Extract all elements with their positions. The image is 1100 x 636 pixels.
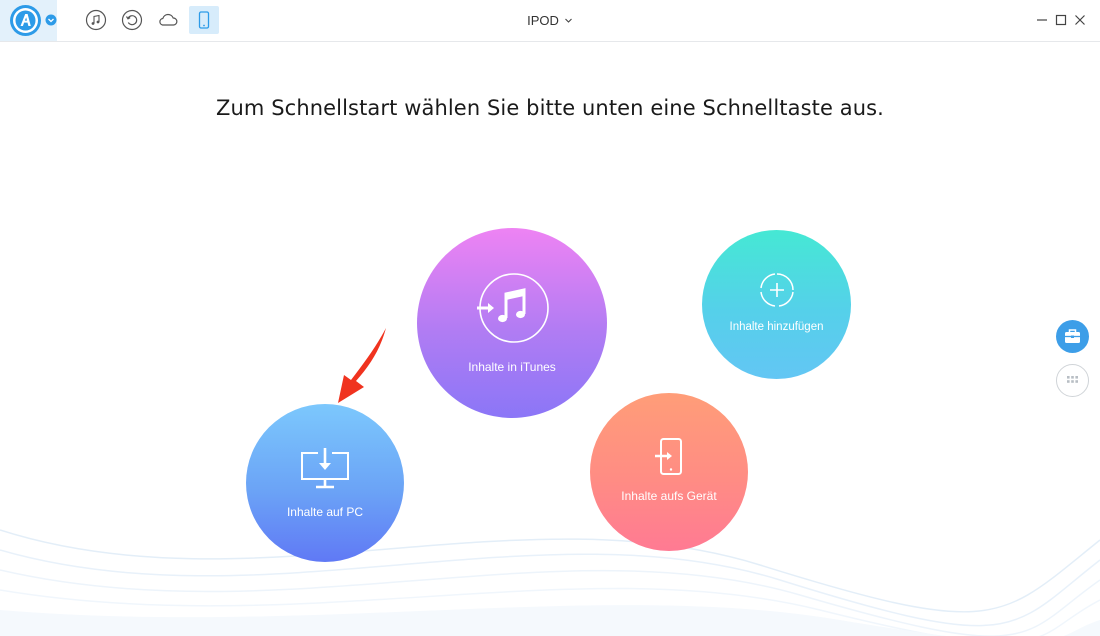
- device-selector[interactable]: IPOD: [527, 13, 573, 28]
- app-logo[interactable]: [10, 5, 41, 36]
- annotation-arrow-icon: [338, 328, 386, 403]
- to-itunes-icon: [477, 273, 549, 343]
- minimize-icon[interactable]: [1033, 11, 1051, 29]
- chevron-down-icon[interactable]: [45, 14, 57, 26]
- app-logo-menu[interactable]: [0, 0, 57, 41]
- device-icon: [198, 11, 210, 29]
- title-bar: IPOD: [0, 0, 1100, 42]
- device-tab[interactable]: [189, 6, 219, 34]
- app-logo-icon: [13, 8, 38, 33]
- background-waves: [0, 529, 1100, 636]
- quick-button-label: Inhalte hinzufügen: [729, 321, 824, 333]
- grid-icon: [1067, 376, 1078, 383]
- quick-button-device[interactable]: Inhalte aufs Gerät: [590, 393, 748, 551]
- quick-button-label: Inhalte auf PC: [286, 505, 364, 519]
- quick-button-label: Inhalte in iTunes: [468, 360, 556, 374]
- quick-button-itunes[interactable]: Inhalte in iTunes: [417, 228, 607, 418]
- quick-button-label: Inhalte aufs Gerät: [621, 489, 717, 503]
- device-name: IPOD: [527, 13, 559, 28]
- restore-icon[interactable]: [120, 8, 144, 32]
- close-icon[interactable]: [1071, 11, 1089, 29]
- page-heading: Zum Schnellstart wählen Sie bitte unten …: [216, 96, 884, 120]
- cloud-icon[interactable]: [156, 8, 180, 32]
- chevron-down-icon: [565, 18, 572, 23]
- toolbox-icon: [1065, 329, 1080, 343]
- add-icon: [760, 273, 794, 307]
- to-pc-icon: [301, 448, 349, 489]
- quick-button-add[interactable]: Inhalte hinzufügen: [702, 230, 851, 379]
- maximize-icon[interactable]: [1052, 11, 1070, 29]
- music-icon[interactable]: [84, 8, 108, 32]
- quick-button-pc[interactable]: Inhalte auf PC: [246, 404, 404, 562]
- grid-button[interactable]: [1056, 364, 1089, 397]
- toolbox-button[interactable]: [1056, 320, 1089, 353]
- to-device-icon: [655, 438, 682, 475]
